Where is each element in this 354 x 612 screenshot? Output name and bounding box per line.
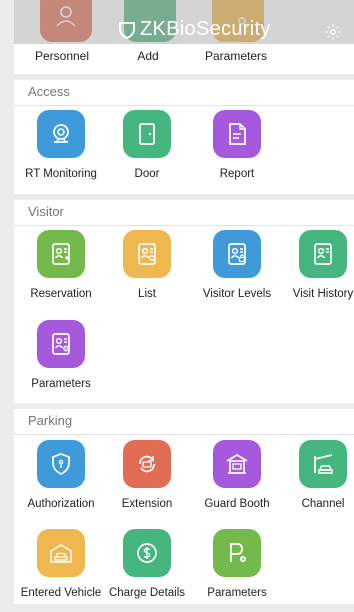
report-icon xyxy=(213,110,261,158)
camera-icon xyxy=(37,110,85,158)
menu-item-guard-booth[interactable]: Guard Booth xyxy=(192,440,282,522)
section-title: Visitor xyxy=(28,204,64,219)
door-icon xyxy=(123,110,171,158)
menu-item-label: Visit History xyxy=(292,288,354,300)
app-page: Access RT Monitoring Door Report Visitor… xyxy=(14,0,354,612)
menu-item-label: Authorization xyxy=(27,498,95,510)
visitor-parameters-icon xyxy=(37,320,85,368)
menu-item-rt-monitoring[interactable]: RT Monitoring xyxy=(16,110,106,192)
menu-item-label: Channel xyxy=(301,498,345,510)
brand-logo: ZKBioSecurity xyxy=(118,18,271,41)
menu-item-label: Parameters xyxy=(31,378,91,390)
gear-icon[interactable] xyxy=(324,23,342,41)
top-header: Personnel Add Parameters ZKBioSecurity xyxy=(14,0,354,68)
section-rule xyxy=(14,434,354,435)
menu-item-label: Guard Booth xyxy=(204,498,270,510)
section-divider xyxy=(14,74,354,80)
menu-item-label: Parameters xyxy=(207,587,267,599)
top-item-label-add[interactable]: Add xyxy=(137,49,158,63)
menu-item-label: Door xyxy=(134,168,160,180)
reservation-icon xyxy=(37,230,85,278)
charge-details-icon xyxy=(123,529,171,577)
menu-item-reservation[interactable]: Reservation xyxy=(16,230,106,312)
menu-item-label: RT Monitoring xyxy=(25,168,97,180)
top-item-label-parameters[interactable]: Parameters xyxy=(205,49,267,63)
menu-item-visitor-parameters[interactable]: Parameters xyxy=(16,320,106,402)
menu-item-door[interactable]: Door xyxy=(102,110,192,192)
section-rule xyxy=(14,105,354,106)
menu-item-channel[interactable]: Channel xyxy=(278,440,354,522)
menu-item-label: Visitor Levels xyxy=(202,288,272,300)
menu-item-visit-history[interactable]: Visit History xyxy=(278,230,354,312)
menu-item-report[interactable]: Report xyxy=(192,110,282,192)
menu-item-label: Charge Details xyxy=(108,587,186,599)
visitor-levels-icon xyxy=(213,230,261,278)
menu-item-parking-parameters[interactable]: Parameters xyxy=(192,529,282,611)
section-divider xyxy=(14,403,354,409)
section-access-header: Access xyxy=(14,74,354,106)
menu-item-label: Entered Vehicle xyxy=(20,587,102,599)
menu-item-label: Report xyxy=(219,168,255,180)
logo-shield-icon xyxy=(119,21,135,39)
brand-name: ZKBioSecurity xyxy=(140,18,271,40)
menu-item-visitor-levels[interactable]: Visitor Levels xyxy=(192,230,282,312)
top-item-label-personnel[interactable]: Personnel xyxy=(35,49,89,63)
section-title: Access xyxy=(28,84,70,99)
bottom-divider xyxy=(14,604,354,612)
menu-item-entered-vehicle[interactable]: Entered Vehicle xyxy=(16,529,106,611)
menu-item-label: Reservation xyxy=(30,288,92,300)
authorization-icon xyxy=(37,440,85,488)
section-parking-header: Parking xyxy=(14,403,354,435)
menu-item-extension[interactable]: Extension xyxy=(102,440,192,522)
menu-item-charge-details[interactable]: Charge Details xyxy=(102,529,192,611)
channel-icon xyxy=(299,440,347,488)
menu-item-label: Extension xyxy=(121,498,173,510)
entered-vehicle-icon xyxy=(37,529,85,577)
menu-item-list[interactable]: List xyxy=(102,230,192,312)
parking-parameters-icon xyxy=(213,529,261,577)
section-rule xyxy=(14,225,354,226)
visit-history-icon xyxy=(299,230,347,278)
list-icon xyxy=(123,230,171,278)
menu-item-authorization[interactable]: Authorization xyxy=(16,440,106,522)
section-title: Parking xyxy=(28,413,73,428)
extension-icon xyxy=(123,440,171,488)
guard-booth-icon xyxy=(213,440,261,488)
menu-item-label: List xyxy=(138,288,156,300)
section-visitor-header: Visitor xyxy=(14,194,354,226)
section-divider xyxy=(14,194,354,200)
